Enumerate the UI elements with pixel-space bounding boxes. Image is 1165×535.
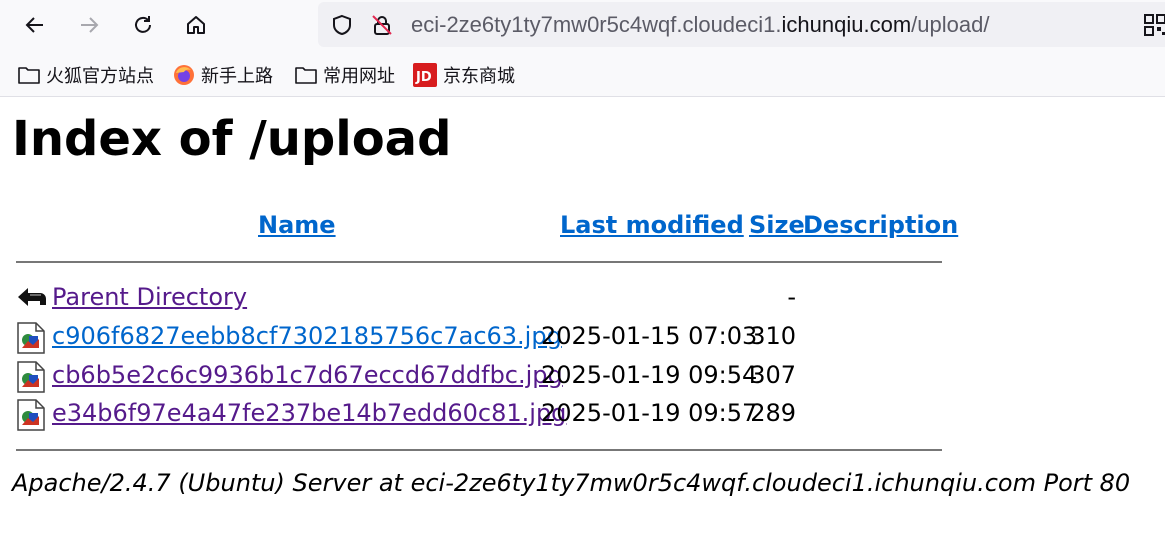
home-icon	[187, 16, 205, 34]
file-link[interactable]: cb6b5e2c6c9936b1c7d67eccd67ddfbc.jpg	[52, 361, 563, 389]
file-modified: 2025-01-15 07:03	[541, 322, 758, 350]
table-row: c906f6827eebb8cf7302185756c7ac63.jpg 202…	[0, 320, 960, 356]
bookmark-common-sites[interactable]: 常用网址	[295, 62, 395, 88]
table-row: cb6b5e2c6c9936b1c7d67eccd67ddfbc.jpg 202…	[0, 359, 960, 395]
image-file-icon	[16, 399, 46, 437]
divider	[16, 261, 942, 263]
insecure-lock-icon[interactable]	[371, 14, 393, 36]
home-button[interactable]	[179, 8, 213, 42]
jd-icon: JD	[413, 63, 437, 87]
reload-icon	[135, 16, 151, 33]
url-path: /upload/	[911, 12, 990, 37]
file-size: 307	[750, 361, 796, 389]
parent-directory-row: Parent Directory -	[0, 281, 960, 317]
page-content: Index of /upload Name Last modified Size…	[0, 97, 1165, 535]
parent-size: -	[787, 283, 796, 311]
sort-by-modified-link[interactable]: Last modified	[560, 211, 744, 239]
file-link[interactable]: e34b6f97e4a47fe237be14b7edd60c81.jpg	[52, 399, 566, 427]
qr-code-button[interactable]	[1144, 14, 1165, 41]
divider	[16, 449, 942, 451]
bookmark-getting-started[interactable]: 新手上路	[173, 62, 273, 88]
address-bar[interactable]: eci-2ze6ty1ty7mw0r5c4wqf.cloudeci1.ichun…	[318, 2, 1165, 47]
image-file-icon	[16, 361, 46, 399]
folder-icon	[18, 65, 40, 85]
sort-by-description-link[interactable]: Description	[803, 211, 958, 239]
bookmarks-toolbar: 火狐官方站点 新手上路 常用网址 JD 京东商城	[0, 58, 1165, 92]
server-signature: Apache/2.4.7 (Ubuntu) Server at eci-2ze6…	[12, 469, 1131, 497]
bookmark-jd[interactable]: JD 京东商城	[413, 62, 515, 88]
qr-code-icon	[1144, 14, 1165, 36]
bookmark-label: 火狐官方站点	[46, 66, 154, 86]
bookmark-label: 京东商城	[443, 66, 515, 86]
back-folder-icon	[16, 283, 48, 317]
back-arrow-icon	[25, 17, 43, 33]
file-size: 289	[750, 399, 796, 427]
url-domain: ichunqiu.com	[781, 12, 912, 37]
image-file-icon	[16, 322, 46, 360]
parent-directory-link[interactable]: Parent Directory	[52, 283, 247, 311]
firefox-icon	[173, 64, 195, 86]
bookmark-firefox-official[interactable]: 火狐官方站点	[18, 62, 154, 88]
bookmark-label: 新手上路	[201, 66, 273, 86]
table-row: e34b6f97e4a47fe237be14b7edd60c81.jpg 202…	[0, 397, 960, 433]
browser-toolbar: eci-2ze6ty1ty7mw0r5c4wqf.cloudeci1.ichun…	[0, 0, 1165, 97]
file-size: 310	[750, 322, 796, 350]
file-link[interactable]: c906f6827eebb8cf7302185756c7ac63.jpg	[52, 322, 562, 350]
sort-by-size-link[interactable]: Size	[749, 211, 805, 239]
shield-icon[interactable]	[331, 14, 353, 36]
forward-button[interactable]	[72, 8, 106, 42]
forward-arrow-icon	[81, 17, 99, 33]
url-prefix: eci-2ze6ty1ty7mw0r5c4wqf.cloudeci1.	[411, 12, 782, 37]
url-text[interactable]: eci-2ze6ty1ty7mw0r5c4wqf.cloudeci1.ichun…	[411, 12, 989, 38]
folder-icon	[295, 65, 317, 85]
page-title: Index of /upload	[12, 111, 452, 167]
back-button[interactable]	[18, 8, 52, 42]
bookmark-label: 常用网址	[323, 66, 395, 86]
svg-text:JD: JD	[415, 70, 432, 85]
file-modified: 2025-01-19 09:57	[541, 399, 758, 427]
reload-button[interactable]	[126, 8, 160, 42]
sort-by-name-link[interactable]: Name	[258, 211, 336, 239]
file-modified: 2025-01-19 09:54	[541, 361, 758, 389]
